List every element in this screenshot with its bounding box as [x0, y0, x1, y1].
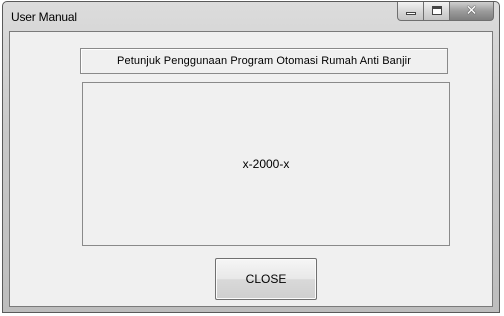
close-button-label: CLOSE — [245, 272, 287, 286]
title-bar[interactable]: User Manual ✕ — [3, 2, 499, 32]
window-controls: ✕ — [397, 2, 494, 21]
window-close-button[interactable]: ✕ — [450, 2, 494, 21]
manual-content-text: x-2000-x — [242, 157, 290, 171]
close-button[interactable]: CLOSE — [215, 258, 317, 300]
manual-title-panel: Petunjuk Penggunaan Program Otomasi Ruma… — [80, 48, 448, 74]
close-icon: ✕ — [465, 3, 478, 19]
window-title: User Manual — [11, 10, 77, 24]
manual-content-panel: x-2000-x — [82, 82, 450, 246]
client-area: Petunjuk Penggunaan Program Otomasi Ruma… — [9, 31, 493, 307]
manual-title-text: Petunjuk Penggunaan Program Otomasi Ruma… — [117, 55, 411, 67]
minimize-button[interactable] — [397, 2, 424, 21]
minimize-icon — [406, 12, 416, 15]
maximize-icon — [432, 6, 442, 15]
app-window: User Manual ✕ Petunjuk Penggunaan Progra… — [2, 1, 500, 313]
maximize-button[interactable] — [424, 2, 450, 21]
